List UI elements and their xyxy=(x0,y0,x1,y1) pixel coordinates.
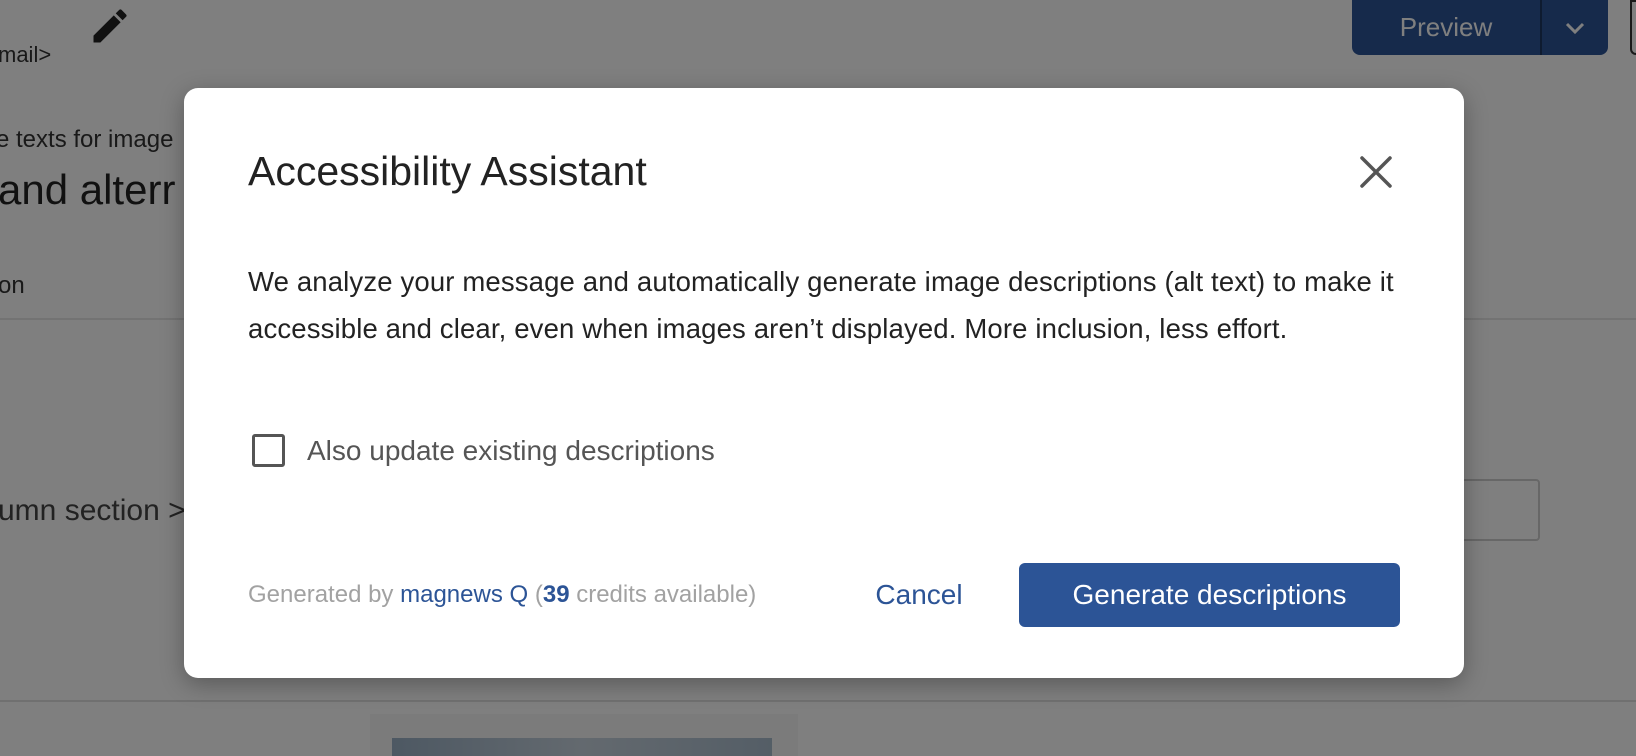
dialog-description: We analyze your message and automaticall… xyxy=(248,266,1394,344)
generated-by-note: Generated by magnews Q (39 credits avail… xyxy=(248,581,756,609)
credits-open: ( xyxy=(528,581,543,608)
credits-suffix: credits available) xyxy=(569,581,757,608)
close-icon xyxy=(1360,156,1392,188)
credits-count: 39 xyxy=(542,581,570,608)
dialog-title: Accessibility Assistant xyxy=(248,148,647,194)
update-existing-checkbox[interactable] xyxy=(252,434,285,467)
checkbox-label: Also update existing descriptions xyxy=(307,434,715,466)
close-button[interactable] xyxy=(1356,152,1396,192)
cancel-button[interactable]: Cancel xyxy=(844,566,994,624)
magnews-q-link[interactable]: magnews Q xyxy=(400,581,528,608)
generated-prefix: Generated by xyxy=(248,581,401,608)
accessibility-assistant-dialog: Accessibility Assistant We analyze your … xyxy=(184,88,1464,678)
generate-descriptions-button[interactable]: Generate descriptions xyxy=(1019,563,1400,627)
update-existing-checkbox-row[interactable]: Also update existing descriptions xyxy=(252,434,715,467)
